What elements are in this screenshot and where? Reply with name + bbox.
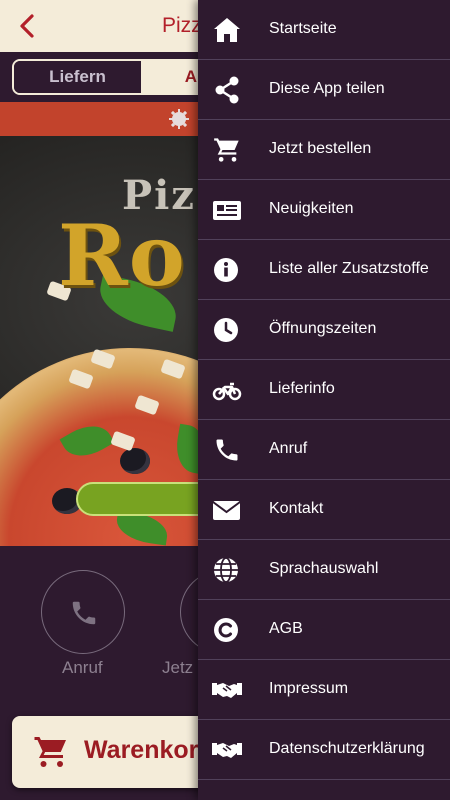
menu-item-label: Öffnungszeiten [269, 320, 377, 337]
menu-item-news[interactable]: Neuigkeiten [198, 180, 450, 240]
menu-item-label: Kontakt [269, 500, 324, 517]
newspaper-icon [213, 201, 241, 220]
menu-item-additives[interactable]: Liste aller Zusatzstoffe [198, 240, 450, 300]
cart-label: Warenkorb [84, 736, 214, 764]
menu-item-delivery-info[interactable]: Lieferinfo [198, 360, 450, 420]
info-icon [214, 258, 238, 282]
handshake-icon [212, 683, 242, 698]
menu-item-language[interactable]: Sprachauswahl [198, 540, 450, 600]
menu-item-label: Impressum [269, 680, 349, 697]
menu-item-label: Neuigkeiten [269, 200, 354, 217]
menu-item-terms[interactable]: AGB [198, 600, 450, 660]
menu-item-label: Lieferinfo [269, 380, 335, 397]
menu-item-startseite[interactable]: Startseite [198, 0, 450, 60]
menu-item-opening-hours[interactable]: Öffnungszeiten [198, 300, 450, 360]
menu-item-imprint[interactable]: Impressum [198, 660, 450, 720]
page-title: Pizz [162, 14, 202, 37]
olive [120, 448, 150, 474]
back-button[interactable] [14, 12, 42, 40]
menu-item-label: Startseite [269, 20, 337, 37]
gear-badge-icon [169, 109, 189, 129]
menu-item-label: Anruf [269, 440, 308, 457]
menu-item-label: AGB [269, 620, 303, 637]
envelope-icon [212, 501, 241, 520]
motorcycle-icon [212, 382, 242, 401]
chevron-left-icon [20, 14, 34, 38]
menu-item-privacy[interactable]: Datenschutzerklärung [198, 720, 450, 780]
phone-icon [216, 439, 238, 461]
call-action-button[interactable] [41, 570, 125, 654]
handshake-icon [212, 743, 242, 758]
menu-item-label: Datenschutzerklärung [269, 740, 425, 757]
logo-main-text: Ro [58, 206, 186, 305]
globe-icon [214, 557, 238, 583]
order-action-label: Jetz [162, 658, 194, 677]
menu-item-label: Sprachauswahl [269, 560, 379, 577]
clock-icon [214, 318, 238, 342]
menu-item-order-now[interactable]: Jetzt bestellen [198, 120, 450, 180]
cart-icon [34, 737, 66, 767]
mode-deliver[interactable]: Liefern [14, 61, 143, 93]
cart-icon [214, 138, 239, 162]
copyright-icon [214, 618, 238, 642]
menu-item-label: Diese App teilen [269, 80, 385, 97]
menu-item-contact[interactable]: Kontakt [198, 480, 450, 540]
share-icon [215, 76, 239, 104]
home-icon [214, 18, 240, 42]
menu-item-call[interactable]: Anruf [198, 420, 450, 480]
phone-icon [72, 601, 96, 625]
navigation-drawer: Startseite Diese App teilen Jetzt bestel… [198, 0, 450, 800]
menu-item-partial[interactable] [198, 780, 450, 800]
menu-item-label: Jetzt bestellen [269, 140, 372, 157]
menu-item-label: Liste aller Zusatzstoffe [269, 260, 429, 277]
menu-item-share-app[interactable]: Diese App teilen [198, 60, 450, 120]
call-action-label: Anruf [62, 658, 103, 677]
